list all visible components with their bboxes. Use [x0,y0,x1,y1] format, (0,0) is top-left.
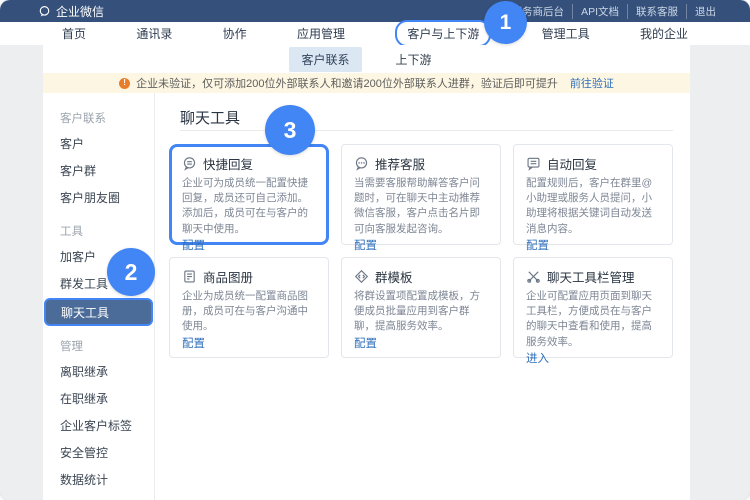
tab-upstream-downstream[interactable]: 上下游 [384,47,444,72]
card-product-catalog: 商品图册 企业为成员统一配置商品图册，成员可在与客户沟通中使用。 配置 [169,257,329,358]
page-title: 聊天工具 [180,107,673,127]
app-window: 企业微信 服务商后台 API文档 联系客服 退出 首页 通讯录 协作 应用管理 … [0,0,750,500]
link-api-docs[interactable]: API文档 [572,4,627,19]
link-logout[interactable]: 退出 [686,4,724,19]
sidebar-item-statistics[interactable]: 数据统计 [43,466,154,493]
sidebar-section-title: 工具 [43,218,154,243]
sidebar-section-title: 客户联系 [43,105,154,130]
verification-warning-banner: ! 企业未验证，仅可添加200位外部联系人和邀请200位外部联系人进群，验证后即… [43,73,690,93]
chat-round-dots-icon [354,156,369,171]
group-template-configure-link[interactable]: 配置 [354,335,488,350]
card-title-row: 快捷回复 [182,155,316,171]
card-title: 聊天工具栏管理 [547,267,635,286]
sub-tab-strip: 客户联系 上下游 [43,45,690,73]
warning-icon: ! [119,78,130,89]
main-nav: 首页 通讯录 协作 应用管理 客户与上下游 管理工具 我的企业 [0,22,750,45]
card-quick-reply: 快捷回复 企业可为成员统一配置快捷回复，成员还可自己添加。添加后，成员可在与客户… [169,144,329,245]
nav-item-home[interactable]: 首页 [62,25,86,42]
wecom-logo[interactable]: 企业微信 [38,3,104,20]
warning-text: 企业未验证，仅可添加200位外部联系人和邀请200位外部联系人进群，验证后即可提… [136,75,558,91]
nav-item-contacts[interactable]: 通讯录 [136,25,172,42]
chat-square-lines-icon [526,156,541,171]
card-title: 推荐客服 [375,154,425,173]
cards-grid: 快捷回复 企业可为成员统一配置快捷回复，成员还可自己添加。添加后，成员可在与客户… [169,144,673,358]
sidebar-item-onjob-handover[interactable]: 在职继承 [43,385,154,412]
tab-customer-contact[interactable]: 客户联系 [289,47,361,72]
sidebar-item-customer-moments[interactable]: 客户朋友圈 [43,184,154,211]
annotation-badge-2: 2 [107,248,155,296]
title-divider [180,130,673,131]
top-bar: 企业微信 服务商后台 API文档 联系客服 退出 [0,0,750,22]
nav-item-customers-upstream[interactable]: 客户与上下游 [395,20,491,47]
panel-body: 客户联系 客户 客户群 客户朋友圈 工具 加客户 群发工具 聊天工具 管理 离职… [43,93,690,500]
nav-item-collaboration[interactable]: 协作 [223,25,247,42]
sidebar-item-customers[interactable]: 客户 [43,130,154,157]
card-desc: 当需要客服帮助解答客户问题时，可在聊天中主动推荐微信客服，客户点击名片即可向客服… [354,176,488,237]
card-title-row: 群模板 [354,268,488,284]
sidebar-group-management: 管理 离职继承 在职继承 企业客户标签 安全管控 数据统计 [43,333,154,493]
toolbar-manage-icon [526,269,541,284]
sidebar-group-customer-contact: 客户联系 客户 客户群 客户朋友圈 [43,105,154,211]
card-title-row: 推荐客服 [354,155,488,171]
annotation-badge-1: 1 [484,1,527,44]
card-title: 自动回复 [547,154,597,173]
card-title: 群模板 [375,267,413,286]
top-links: 服务商后台 API文档 联系客服 退出 [504,4,724,19]
card-desc: 企业可配置应用页面到聊天工具栏，方便成员在与客户的聊天中查看和使用，提高服务效率… [526,289,660,350]
card-group-template: 群模板 将群设置项配置成模板，方便成员批量应用到客户群聊，提高服务效率。 配置 [341,257,501,358]
card-title: 商品图册 [203,267,253,286]
sidebar-item-security-control[interactable]: 安全管控 [43,439,154,466]
template-diamond-icon [354,269,369,284]
logo-text: 企业微信 [56,3,104,20]
quick-reply-configure-link[interactable]: 配置 [182,237,316,252]
sidebar-item-customer-groups[interactable]: 客户群 [43,157,154,184]
main-content: 聊天工具 [155,93,690,500]
card-desc: 企业为成员统一配置商品图册，成员可在与客户沟通中使用。 [182,289,316,335]
sidebar: 客户联系 客户 客户群 客户朋友圈 工具 加客户 群发工具 聊天工具 管理 离职… [43,93,155,500]
sidebar-item-resigned-handover[interactable]: 离职继承 [43,358,154,385]
chat-toolbar-enter-link[interactable]: 进入 [526,350,660,365]
link-contact-support[interactable]: 联系客服 [627,4,686,19]
product-catalog-configure-link[interactable]: 配置 [182,335,316,350]
card-title: 快捷回复 [203,154,253,173]
chat-bubble-logo-icon [38,5,51,18]
card-title-row: 商品图册 [182,268,316,284]
card-auto-reply: 自动回复 配置规则后，客户在群里@小助理或服务人员提问，小助理将根据关键词自动发… [513,144,673,245]
nav-item-admin-tools[interactable]: 管理工具 [542,25,590,42]
sidebar-item-chat-tools[interactable]: 聊天工具 [44,298,153,326]
card-desc: 配置规则后，客户在群里@小助理或服务人员提问，小助理将根据关键词自动发送消息内容… [526,176,660,237]
recommend-service-configure-link[interactable]: 配置 [354,237,488,252]
nav-item-apps[interactable]: 应用管理 [297,25,345,42]
card-desc: 企业可为成员统一配置快捷回复，成员还可自己添加。添加后，成员可在与客户的聊天中使… [182,176,316,237]
catalog-icon [182,269,197,284]
card-chat-toolbar-manage: 聊天工具栏管理 企业可配置应用页面到聊天工具栏，方便成员在与客户的聊天中查看和使… [513,257,673,358]
sidebar-section-title: 管理 [43,333,154,358]
nav-item-my-company[interactable]: 我的企业 [640,25,688,42]
go-verify-link[interactable]: 前往验证 [570,75,614,91]
card-recommend-service: 推荐客服 当需要客服帮助解答客户问题时，可在聊天中主动推荐微信客服，客户点击名片… [341,144,501,245]
chat-round-lines-icon [182,156,197,171]
sidebar-item-customer-tags[interactable]: 企业客户标签 [43,412,154,439]
auto-reply-configure-link[interactable]: 配置 [526,237,660,252]
annotation-badge-3: 3 [265,105,315,155]
card-desc: 将群设置项配置成模板，方便成员批量应用到客户群聊，提高服务效率。 [354,289,488,335]
card-title-row: 自动回复 [526,155,660,171]
card-title-row: 聊天工具栏管理 [526,268,660,284]
